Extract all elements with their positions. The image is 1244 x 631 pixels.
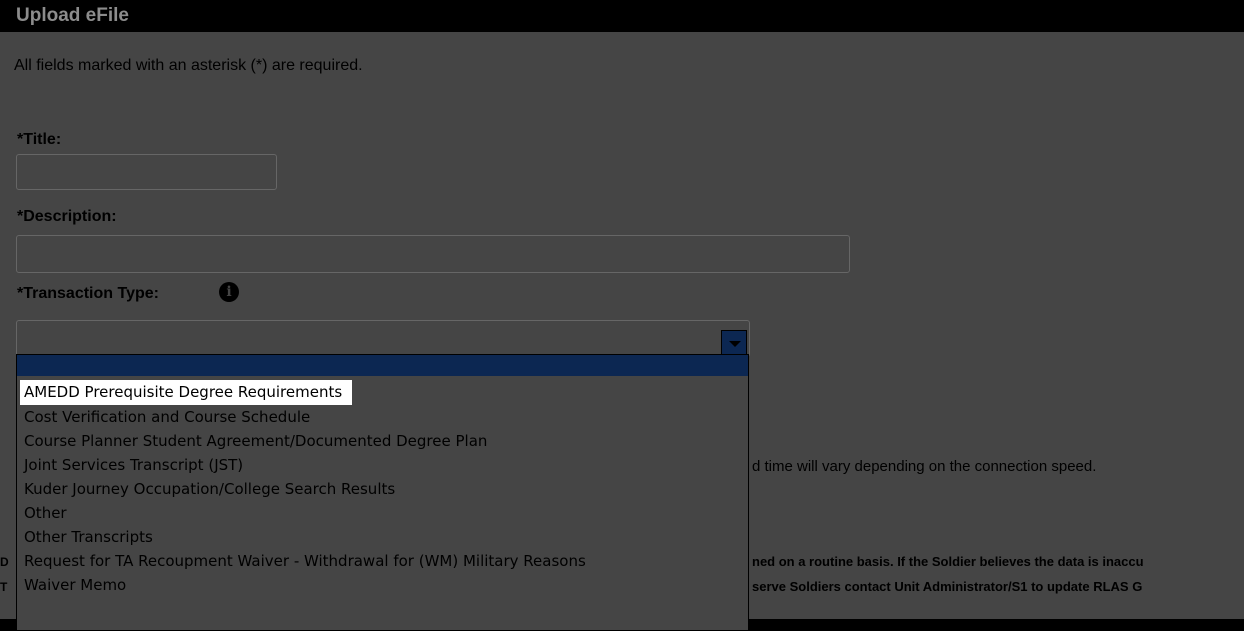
required-fields-note: All fields marked with an asterisk (*) a… <box>14 57 363 74</box>
disclaimer-text-2: serve Soldiers contact Unit Administrato… <box>752 579 1143 594</box>
dropdown-empty-option[interactable] <box>17 355 748 376</box>
info-icon[interactable]: i <box>219 282 239 302</box>
dropdown-option-waiver-memo[interactable]: Waiver Memo <box>20 573 748 597</box>
disclaimer-text-1: ned on a routine basis. If the Soldier b… <box>752 554 1144 569</box>
description-label: *Description: <box>17 208 117 225</box>
description-input[interactable] <box>16 235 850 273</box>
transaction-type-dropdown[interactable]: AMEDD Prerequisite Degree Requirements C… <box>16 354 749 631</box>
left-fragment-1: D <box>0 555 9 569</box>
dropdown-option-course-planner[interactable]: Course Planner Student Agreement/Documen… <box>20 429 748 453</box>
dropdown-option-other[interactable]: Other <box>20 501 748 525</box>
page-title: Upload eFile <box>16 5 129 26</box>
dropdown-option-amedd[interactable]: AMEDD Prerequisite Degree Requirements <box>20 380 353 405</box>
dropdown-option-kuder[interactable]: Kuder Journey Occupation/College Search … <box>20 477 748 501</box>
chevron-down-icon[interactable] <box>721 330 747 355</box>
dropdown-option-cost-verification[interactable]: Cost Verification and Course Schedule <box>20 405 748 429</box>
upload-time-note: d time will vary depending on the connec… <box>752 458 1097 475</box>
dropdown-option-jst[interactable]: Joint Services Transcript (JST) <box>20 453 748 477</box>
page-header: Upload eFile <box>0 0 1244 32</box>
title-label: *Title: <box>17 131 62 148</box>
transaction-type-select[interactable] <box>16 320 750 357</box>
title-input[interactable] <box>16 154 277 190</box>
transaction-type-label: *Transaction Type: <box>17 285 159 302</box>
left-fragment-2: T <box>0 580 8 594</box>
dropdown-option-other-transcripts[interactable]: Other Transcripts <box>20 525 748 549</box>
dropdown-option-ta-recoupment[interactable]: Request for TA Recoupment Waiver - Withd… <box>20 549 748 573</box>
